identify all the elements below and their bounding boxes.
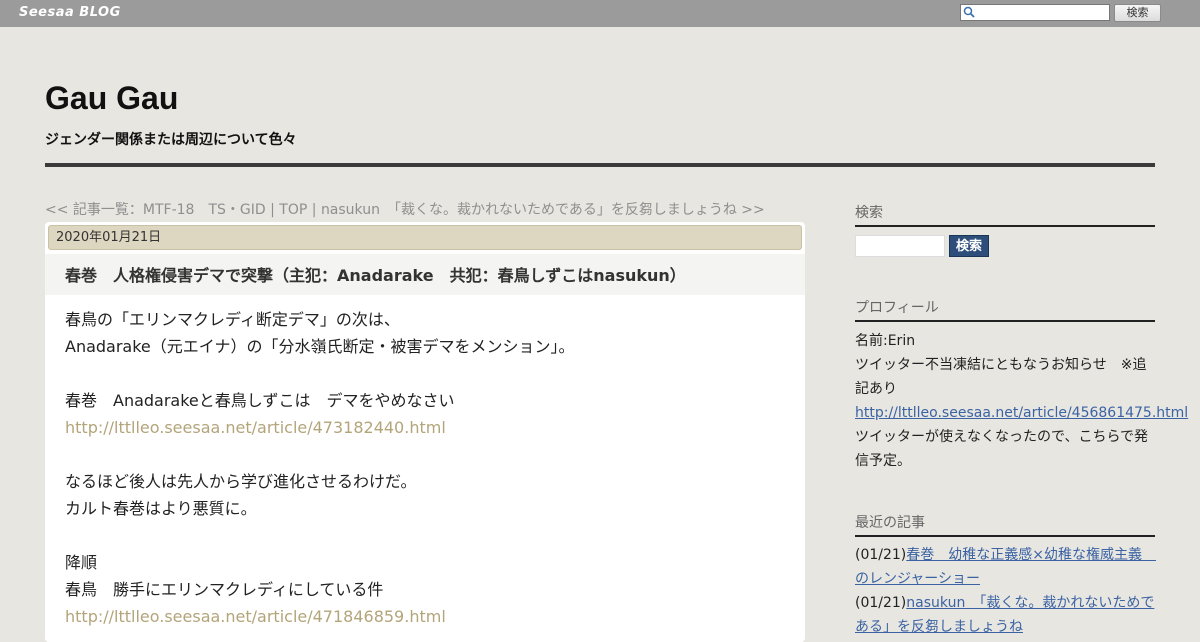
sidebar-search-input[interactable] — [855, 235, 945, 257]
next-article-link[interactable]: nasukun 「裁くな。裁かれないためである」を反芻しましょうね >> — [321, 202, 765, 218]
sidebar-search-button[interactable]: 検索 — [949, 235, 989, 257]
recent-post-link[interactable]: ある」を反芻しましょうね — [855, 619, 1023, 635]
profile-section: 名前:Erin ツイッター不当凍結にともなうお知らせ ※追 記あり http:/… — [855, 329, 1188, 473]
recent-post-item: (01/21)nasukun 「裁くな。裁かれないためで — [855, 591, 1155, 615]
magnifier-icon — [963, 6, 975, 18]
sidebar-search-heading: 検索 — [855, 202, 1155, 227]
body-line: 降順 — [65, 553, 98, 572]
body-line — [65, 522, 785, 549]
article-link[interactable]: http://lttlleo.seesaa.net/article/473182… — [65, 418, 446, 437]
sidebar-profile-heading: プロフィール — [855, 297, 1155, 322]
body-line: Anadarake（元エイナ）の「分水嶺氏断定・被害デマをメンション」。 — [65, 337, 575, 356]
body-line: 春鳥の「エリンマクレディ断定デマ」の次は、 — [65, 310, 400, 329]
profile-text: ツイッターが使えなくなったので、こちらで発 — [855, 429, 1149, 445]
prev-article-link[interactable]: << 記事一覧：MTF-18 TS・GID — [45, 202, 266, 218]
global-search-button[interactable]: 検索 — [1114, 4, 1161, 22]
body-line — [65, 441, 785, 468]
blog-title[interactable]: Gau Gau — [45, 80, 178, 117]
global-topbar: Seesaa BLOG 検索 — [0, 0, 1200, 27]
nav-separator: | — [307, 202, 321, 218]
profile-link[interactable]: http://lttlleo.seesaa.net/article/456861… — [855, 405, 1188, 421]
recent-post-link[interactable]: nasukun 「裁くな。裁かれないためで — [906, 595, 1154, 611]
article-date: 2020年01月21日 — [48, 225, 802, 250]
recent-post-item: のレンジャーショー — [855, 567, 1155, 591]
body-line: なるほど後人は先人から学び進化させるわけだ。 — [65, 472, 417, 491]
seesaa-logo[interactable]: Seesaa BLOG — [19, 5, 121, 20]
profile-text: ツイッター不当凍結にともなうお知らせ ※追 — [855, 357, 1147, 373]
body-line: 春巻 Anadarakeと春鳥しずこは デマをやめなさい — [65, 391, 455, 410]
profile-name: 名前:Erin — [855, 333, 916, 349]
profile-text: 信予定。 — [855, 453, 911, 469]
article-title[interactable]: 春巻 人格権侵害デマで突撃（主犯：Anadarake 共犯：春鳥しずこはnasu… — [65, 262, 686, 286]
recent-post-link[interactable]: 春巻 幼稚な正義感×幼稚な権威主義 — [906, 547, 1156, 563]
header-divider — [45, 163, 1155, 167]
recent-post-item: (01/21)春巻 幼稚な正義感×幼稚な権威主義 — [855, 543, 1155, 567]
recent-posts-list: (01/21)春巻 幼稚な正義感×幼稚な権威主義 のレンジャーショー (01/2… — [855, 543, 1155, 639]
recent-post-date: (01/21) — [855, 547, 907, 563]
body-line: カルト春巻はより悪質に。 — [65, 499, 257, 518]
body-line: http://lttlleo.seesaa.net/article/473182… — [65, 414, 785, 441]
recent-post-link[interactable]: のレンジャーショー — [855, 571, 980, 587]
blog-description: ジェンダー関係または周辺について色々 — [45, 132, 297, 148]
sidebar-recent-heading: 最近の記事 — [855, 512, 1155, 537]
article-card: 2020年01月21日 春巻 人格権侵害デマで突撃（主犯：Anadarake 共… — [45, 222, 805, 642]
body-line: 春鳥 勝手にエリンマクレディにしている件 — [65, 580, 384, 599]
article-navigation: << 記事一覧：MTF-18 TS・GID | TOP | nasukun 「裁… — [45, 199, 765, 219]
body-line — [65, 360, 785, 387]
body-line: http://lttlleo.seesaa.net/article/471846… — [65, 603, 785, 630]
global-search-input[interactable] — [960, 4, 1110, 21]
top-link[interactable]: TOP — [279, 202, 307, 218]
nav-separator: | — [265, 202, 280, 218]
recent-post-item: ある」を反芻しましょうね — [855, 615, 1155, 639]
recent-post-date: (01/21) — [855, 595, 907, 611]
article-link[interactable]: http://lttlleo.seesaa.net/article/471846… — [65, 607, 446, 626]
article-body: 春鳥の「エリンマクレディ断定デマ」の次は、 Anadarake（元エイナ）の「分… — [65, 306, 785, 630]
profile-text: 記あり — [855, 381, 897, 397]
